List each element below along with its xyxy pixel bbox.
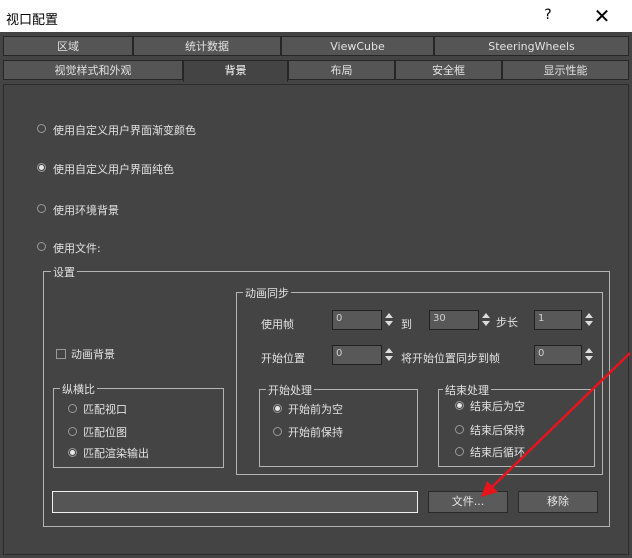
help-button[interactable]: ?: [536, 7, 560, 27]
radio-loop-after[interactable]: [455, 447, 464, 456]
aspect-group-label: 纵横比: [60, 381, 97, 397]
label-match-viewport: 匹配视口: [83, 403, 127, 416]
radio-match-bitmap[interactable]: [68, 427, 77, 436]
end-processing-label: 结束处理: [443, 382, 491, 398]
step-input[interactable]: 1: [534, 310, 582, 330]
radio-match-render[interactable]: [68, 448, 77, 457]
start-processing-label: 开始处理: [266, 382, 314, 398]
to-frame-spinner[interactable]: [480, 311, 492, 329]
title-bar: 视口配置 ? ✕: [0, 0, 632, 32]
label-hold-after: 结束后保持: [470, 424, 525, 437]
label-blank-after: 结束后为空: [470, 400, 525, 413]
radio-blank-before[interactable]: [273, 404, 282, 413]
use-frame-label: 使用帧: [261, 318, 294, 331]
label-match-render: 匹配渲染输出: [83, 447, 149, 460]
tab-background[interactable]: 背景: [183, 60, 288, 82]
close-button[interactable]: ✕: [587, 4, 617, 28]
radio-gradient[interactable]: [37, 124, 46, 133]
radio-match-viewport[interactable]: [68, 404, 77, 413]
window-title: 视口配置: [6, 13, 59, 28]
radio-solid[interactable]: [37, 163, 46, 172]
tab-statistics[interactable]: 统计数据: [133, 36, 281, 56]
radio-environment[interactable]: [37, 204, 46, 213]
label-match-bitmap: 匹配位图: [83, 426, 127, 439]
tab-visual-style[interactable]: 视觉样式和外观: [3, 60, 183, 80]
tab-steeringwheels[interactable]: SteeringWheels: [434, 36, 629, 56]
to-label: 到: [401, 318, 412, 331]
tab-region[interactable]: 区域: [3, 36, 133, 56]
step-label: 步长: [496, 316, 518, 329]
file-path-field[interactable]: [52, 491, 418, 513]
step-spinner[interactable]: [583, 311, 595, 329]
settings-group-label: 设置: [51, 264, 77, 280]
sync-start-input[interactable]: 0: [534, 345, 582, 365]
radio-hold-after[interactable]: [455, 425, 464, 434]
tab-row-top: 区域 统计数据 ViewCube SteeringWheels: [0, 36, 632, 57]
start-pos-label: 开始位置: [261, 352, 305, 365]
radio-hold-before[interactable]: [273, 427, 282, 436]
animate-background-checkbox[interactable]: [56, 349, 66, 359]
start-pos-spinner[interactable]: [383, 346, 395, 364]
anim-sync-group-label: 动画同步: [243, 285, 291, 301]
sync-start-label: 将开始位置同步到帧: [401, 352, 500, 365]
tab-layout[interactable]: 布局: [288, 60, 395, 80]
to-frame-input[interactable]: 30: [429, 310, 479, 330]
radio-blank-after[interactable]: [455, 401, 464, 410]
use-frame-input[interactable]: 0: [332, 310, 382, 330]
label-solid: 使用自定义用户界面纯色: [53, 163, 174, 176]
tab-row-bottom: 视觉样式和外观 背景 布局 安全框 显示性能: [0, 60, 632, 82]
tab-safe-frame[interactable]: 安全框: [395, 60, 502, 80]
start-pos-input[interactable]: 0: [332, 345, 382, 365]
tab-display-performance[interactable]: 显示性能: [502, 60, 629, 80]
label-gradient: 使用自定义用户界面渐变颜色: [53, 124, 196, 137]
sync-start-spinner[interactable]: [583, 346, 595, 364]
tab-viewcube[interactable]: ViewCube: [281, 36, 434, 56]
use-frame-spinner[interactable]: [383, 311, 395, 329]
label-file: 使用文件:: [53, 242, 101, 255]
animate-background-label: 动画背景: [71, 348, 115, 361]
remove-button[interactable]: 移除: [518, 491, 598, 513]
files-button[interactable]: 文件...: [428, 491, 508, 513]
label-loop-after: 结束后循环: [470, 446, 525, 459]
label-environment: 使用环境背景: [53, 204, 119, 217]
radio-file[interactable]: [37, 242, 46, 251]
label-hold-before: 开始前保持: [288, 426, 343, 439]
label-blank-before: 开始前为空: [288, 403, 343, 416]
